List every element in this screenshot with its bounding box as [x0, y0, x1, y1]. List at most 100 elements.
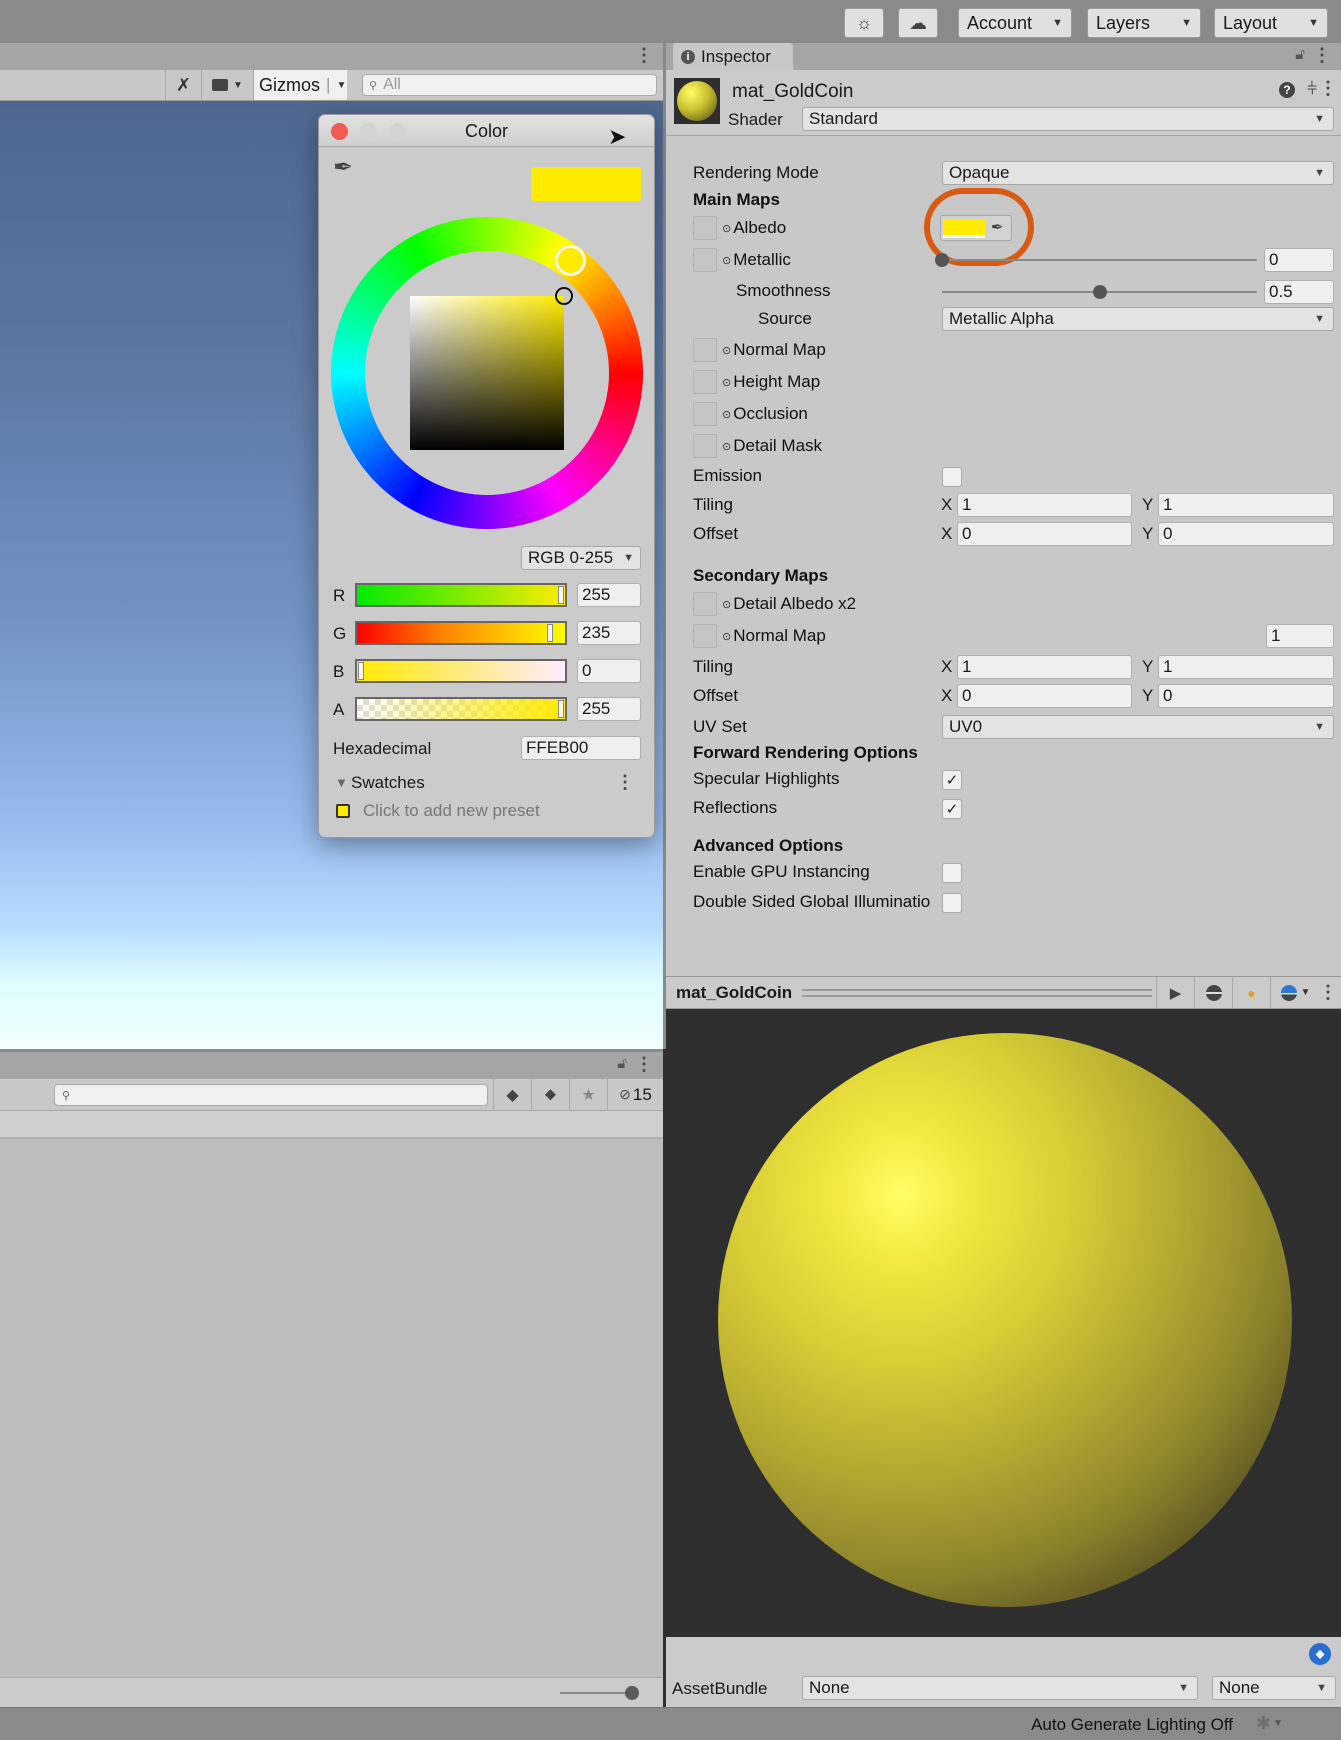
chevron-down-icon[interactable]: ▼: [1273, 1718, 1283, 1729]
assetbundle-name-dropdown[interactable]: None ▼: [802, 1676, 1198, 1700]
lock-icon[interactable]: 🔓︎: [617, 1055, 627, 1072]
secondary-tiling-y-field[interactable]: 1: [1158, 655, 1334, 679]
slider-handle[interactable]: [547, 624, 553, 642]
metallic-value-field[interactable]: 0: [1264, 248, 1334, 272]
slider-handle[interactable]: [358, 662, 364, 680]
preview-shape-button[interactable]: [1194, 977, 1232, 1008]
more-options-icon[interactable]: ⋮: [635, 1054, 653, 1075]
metallic-texture-slot[interactable]: [693, 248, 717, 272]
object-picker-icon[interactable]: ⊙: [722, 376, 731, 389]
occlusion-texture-slot[interactable]: [693, 402, 717, 426]
tiling-x-field[interactable]: 1: [957, 493, 1132, 517]
smoothness-value-field[interactable]: 0.5: [1264, 280, 1334, 304]
tab-inspector[interactable]: i Inspector: [673, 43, 793, 70]
favorites-button[interactable]: ★: [569, 1079, 607, 1110]
secondary-offset-y-field[interactable]: 0: [1158, 684, 1334, 708]
slider-handle[interactable]: [558, 700, 564, 718]
shader-dropdown[interactable]: Standard ▼: [802, 107, 1334, 131]
preview-background-dropdown[interactable]: ▼: [1270, 977, 1320, 1008]
smoothness-slider-handle[interactable]: [1092, 285, 1107, 299]
normal-map-texture-slot[interactable]: [693, 338, 717, 362]
emission-checkbox[interactable]: [942, 467, 962, 487]
secondary-offset-x-field[interactable]: 0: [957, 684, 1132, 708]
more-options-icon[interactable]: ⋮: [1313, 45, 1331, 66]
slider-handle[interactable]: [558, 586, 564, 604]
uv-set-dropdown[interactable]: UV0 ▼: [942, 715, 1334, 739]
swatches-foldout[interactable]: Swatches: [351, 773, 425, 793]
tiling-y-field[interactable]: 1: [1158, 493, 1334, 517]
preview-drag-handle[interactable]: [802, 989, 1152, 997]
filter-by-type-button[interactable]: ◆: [493, 1079, 531, 1110]
color-mode-dropdown[interactable]: RGB 0-255 ▼: [521, 546, 641, 570]
assetbundle-variant-dropdown[interactable]: None ▼: [1212, 1676, 1336, 1700]
saturation-value-square[interactable]: [410, 296, 564, 450]
secondary-normal-texture-slot[interactable]: [693, 624, 717, 648]
more-options-icon[interactable]: ⋮: [1319, 982, 1337, 1003]
layers-dropdown[interactable]: Layers ▼: [1087, 8, 1201, 38]
preset-swatch-icon[interactable]: [336, 804, 350, 818]
hidden-packages-button[interactable]: ⊘ 15: [607, 1079, 663, 1110]
zoom-slider-handle[interactable]: [625, 1686, 639, 1700]
play-preview-button[interactable]: ▶: [1156, 977, 1194, 1008]
albedo-texture-slot[interactable]: [693, 216, 717, 240]
more-options-icon[interactable]: ⋮: [635, 45, 653, 66]
presets-icon[interactable]: ⫩: [1307, 79, 1317, 99]
rendering-mode-dropdown[interactable]: Opaque ▼: [942, 161, 1334, 185]
color-picker-titlebar[interactable]: Color: [319, 115, 654, 147]
red-value-field[interactable]: 255: [577, 583, 641, 607]
project-search-input[interactable]: ⚲: [54, 1084, 488, 1106]
double-sided-gi-checkbox[interactable]: [942, 893, 962, 913]
alpha-value-field[interactable]: 255: [577, 697, 641, 721]
object-picker-icon[interactable]: ⊙: [722, 408, 731, 421]
green-slider[interactable]: [355, 621, 567, 645]
layout-dropdown[interactable]: Layout ▼: [1214, 8, 1328, 38]
object-picker-icon[interactable]: ⊙: [722, 222, 731, 235]
metallic-slider-handle[interactable]: [935, 253, 949, 267]
help-icon[interactable]: ?: [1279, 82, 1295, 98]
swatches-menu-icon[interactable]: ⋮: [616, 772, 634, 793]
preview-lighting-button[interactable]: ●: [1232, 977, 1270, 1008]
more-options-icon[interactable]: ⋮: [1319, 78, 1337, 99]
offset-y-field[interactable]: 0: [1158, 522, 1334, 546]
object-picker-icon[interactable]: ⊙: [722, 344, 731, 357]
eyedropper-icon[interactable]: ✒: [333, 153, 353, 182]
detail-mask-texture-slot[interactable]: [693, 434, 717, 458]
asset-label-icon[interactable]: ⬥: [1309, 1643, 1331, 1665]
blue-slider[interactable]: [355, 659, 567, 683]
source-dropdown[interactable]: Metallic Alpha ▼: [942, 307, 1334, 331]
green-value-field[interactable]: 235: [577, 621, 641, 645]
add-preset-button[interactable]: Click to add new preset: [363, 801, 540, 821]
reflections-checkbox[interactable]: ✓: [942, 799, 962, 819]
zoom-slider-track[interactable]: [560, 1692, 630, 1694]
height-map-texture-slot[interactable]: [693, 370, 717, 394]
foldout-triangle-icon[interactable]: ▼: [335, 775, 348, 790]
account-dropdown[interactable]: Account ▼: [958, 8, 1072, 38]
hue-handle[interactable]: [555, 245, 586, 276]
gizmos-dropdown[interactable]: Gizmos | ▼: [253, 70, 347, 100]
hex-field[interactable]: FFEB00: [521, 736, 641, 760]
scene-search-input[interactable]: ⚲ All: [362, 74, 657, 96]
specular-highlights-checkbox[interactable]: ✓: [942, 770, 962, 790]
detail-albedo-texture-slot[interactable]: [693, 592, 717, 616]
object-picker-icon[interactable]: ⊙: [722, 440, 731, 453]
tools-button[interactable]: ✗: [165, 70, 201, 100]
camera-button[interactable]: ▼: [201, 70, 253, 100]
project-content-area[interactable]: [0, 1139, 663, 1677]
cloud-button[interactable]: ☁: [898, 8, 938, 38]
lighting-button[interactable]: ☼: [844, 8, 884, 38]
bug-icon[interactable]: ✱: [1256, 1713, 1271, 1734]
lock-icon[interactable]: 🔓︎: [1295, 46, 1305, 63]
filter-by-label-button[interactable]: ⬥: [531, 1079, 569, 1110]
secondary-tiling-x-field[interactable]: 1: [957, 655, 1132, 679]
alpha-slider[interactable]: [355, 697, 567, 721]
gpu-instancing-checkbox[interactable]: [942, 863, 962, 883]
material-preview[interactable]: [666, 1009, 1341, 1637]
offset-x-field[interactable]: 0: [957, 522, 1132, 546]
metallic-slider-track[interactable]: [942, 259, 1257, 261]
object-picker-icon[interactable]: ⊙: [722, 254, 731, 267]
secondary-normal-scale-field[interactable]: 1: [1266, 624, 1334, 648]
object-picker-icon[interactable]: ⊙: [722, 630, 731, 643]
sv-handle[interactable]: [555, 287, 573, 305]
red-slider[interactable]: [355, 583, 567, 607]
blue-value-field[interactable]: 0: [577, 659, 641, 683]
